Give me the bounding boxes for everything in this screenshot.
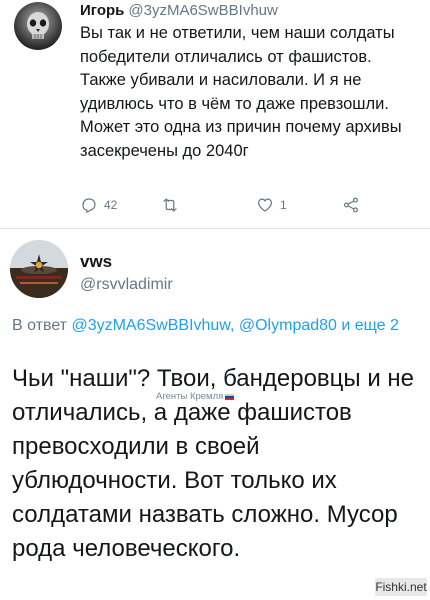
author-name[interactable]: Игорь	[80, 2, 124, 19]
author-handle[interactable]: @3yzMA6SwBBIvhuw	[128, 2, 277, 19]
reply-to-line: В ответ @3yzMA6SwBBIvhuw, @Olympad80 и е…	[12, 314, 412, 337]
author-avatar[interactable]	[10, 240, 68, 298]
reply-count: 42	[104, 198, 118, 212]
russian-flag-icon	[225, 393, 235, 400]
tweet-divider	[0, 228, 430, 229]
memorial-avatar-icon	[10, 240, 68, 298]
like-button[interactable]: 1	[256, 196, 287, 214]
skull-avatar-icon	[27, 12, 49, 39]
retweet-icon	[163, 198, 177, 212]
reply-more-link[interactable]: и еще 2	[337, 317, 399, 334]
retweet-button[interactable]	[160, 196, 186, 214]
author-handle[interactable]: @rsvvladimir	[80, 276, 173, 294]
reply-mentions-link[interactable]: @3yzMA6SwBBIvhuw, @Olympad80	[71, 317, 336, 334]
author-avatar[interactable]	[14, 2, 62, 50]
share-button[interactable]	[342, 196, 360, 214]
agent-label: Агенты Кремля	[156, 391, 224, 402]
reply-button[interactable]: 42	[80, 196, 117, 214]
share-icon	[344, 197, 358, 213]
reply-icon	[82, 198, 96, 213]
site-watermark: Fishki.net	[375, 578, 427, 596]
reply-tweet-header: Игорь @3yzMA6SwBBIvhuw	[80, 2, 278, 19]
like-count: 1	[280, 198, 287, 212]
reply-to-prefix: В ответ	[12, 317, 72, 334]
heart-icon	[258, 198, 272, 212]
reply-tweet: Игорь @3yzMA6SwBBIvhuw Вы так и не ответи…	[0, 0, 430, 232]
author-name[interactable]: vws	[80, 252, 112, 272]
tweet-actions: 42 1	[80, 196, 380, 216]
agent-watermark: Агенты Кремля	[156, 391, 235, 402]
reply-tweet-text: Вы так и не ответили, чем наши солдаты п…	[80, 24, 402, 160]
